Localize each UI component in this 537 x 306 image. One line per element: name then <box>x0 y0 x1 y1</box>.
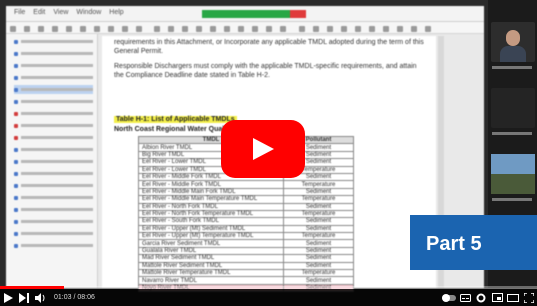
table-cell: Sediment <box>283 276 354 285</box>
table-cell: Eel River - Middle Fork TMDL <box>138 180 284 189</box>
table-cell: Navarro River TMDL <box>138 276 284 285</box>
table-cell: Garcia River Sediment TMDL <box>138 239 284 248</box>
autoplay-toggle[interactable] <box>441 290 457 306</box>
table-cell: Temperature <box>283 209 354 219</box>
table-row: Eel River - Middle Main Fork TMDL Sedimen… <box>138 187 354 197</box>
fullscreen-button[interactable] <box>521 290 537 306</box>
play-icon <box>3 292 13 303</box>
table-row: Eel River - Middle Fork TMDL Temperature <box>138 180 354 189</box>
app-menu: File Edit View Window Help <box>14 9 124 16</box>
table-row: Eel River - North Fork TMDL Sediment <box>138 202 354 211</box>
table-row: Mad River Sediment TMDL Sediment <box>138 254 354 263</box>
table-cell: Temperature <box>283 269 354 278</box>
next-icon <box>19 292 29 303</box>
table-cell: Temperature <box>283 232 354 241</box>
settings-button[interactable] <box>473 290 489 306</box>
subtitles-icon <box>459 293 471 302</box>
app-title-bar: File Edit View Window Help <box>6 6 484 22</box>
doc-paragraph: Responsible Dischargers must comply with… <box>114 63 417 79</box>
participant-name <box>492 198 532 201</box>
table-cell: Mad River Sediment TMDL <box>138 254 284 263</box>
table-cell: Sediment <box>283 261 354 271</box>
table-cell: Eel River - North Fork TMDL <box>138 202 284 211</box>
volume-icon <box>34 292 44 303</box>
subtitles-button[interactable] <box>457 290 473 306</box>
play-pause-button[interactable] <box>0 290 16 306</box>
player-controls: 01:03 / 08:06 <box>0 289 537 306</box>
webcam-presenter <box>491 22 535 62</box>
volume-button[interactable] <box>32 290 48 306</box>
participant-name <box>492 66 532 69</box>
menu-item: Edit <box>33 9 46 16</box>
table-cell: Eel River - Upper (Mt) Temperature TMDL <box>138 232 284 241</box>
table-cell: Eel River - South Fork TMDL <box>138 217 284 226</box>
video-player[interactable]: File Edit View Window Help requirements … <box>0 0 537 306</box>
recording-status-strip <box>202 10 306 18</box>
play-icon <box>253 138 274 160</box>
table-row: Eel River - Middle Main Temperature TMDL… <box>138 195 354 204</box>
table-cell: Eel River - Middle Main Temperature TMDL <box>138 195 284 204</box>
table-cell: Sediment <box>283 254 354 263</box>
gear-icon <box>476 293 486 302</box>
table-cell: Temperature <box>283 195 354 204</box>
table-title: Table H-1: List of Applicable TMDLs <box>114 116 237 123</box>
table-cell: Sediment <box>283 239 354 248</box>
play-button[interactable] <box>221 120 305 178</box>
webcam-participant <box>491 154 535 194</box>
table-row: Mattole River Temperature TMDL Temperatur… <box>138 269 354 278</box>
miniplayer-button[interactable] <box>489 290 505 306</box>
part-badge: Part 5 <box>410 215 537 270</box>
table-cell: Mattole River Sediment TMDL <box>138 261 284 271</box>
miniplayer-icon <box>491 293 503 302</box>
table-cell: Gualala River TMDL <box>138 246 284 256</box>
menu-item: File <box>14 9 26 16</box>
table-cell: Sediment <box>283 246 354 256</box>
theater-button[interactable] <box>505 290 521 306</box>
table-cell: Temperature <box>283 180 354 189</box>
menu-item: Help <box>109 9 124 16</box>
webcam-participant <box>491 88 535 128</box>
fullscreen-icon <box>524 292 534 303</box>
menu-item: View <box>53 9 69 16</box>
bookmarks-sidebar <box>6 34 98 288</box>
table-cell: Mattole River Temperature TMDL <box>138 269 284 278</box>
participant-name <box>492 132 532 135</box>
app-toolbar <box>6 22 484 34</box>
table-row: Mattole River Sediment TMDL Sediment <box>138 261 354 271</box>
next-button[interactable] <box>16 290 32 306</box>
table-row: Gualala River TMDL Sediment <box>138 246 354 256</box>
table-cell: Eel River - North Fork Temperature TMDL <box>138 209 284 219</box>
table-cell: Sediment <box>283 217 354 226</box>
table-row: Eel River - North Fork Temperature TMDL T… <box>138 209 354 219</box>
table-row: Garcia River Sediment TMDL Sediment <box>138 239 354 248</box>
table-row: Eel River - Upper (Mt) Sediment TMDL Sedi… <box>138 224 354 234</box>
table-cell: Sediment <box>283 202 354 211</box>
table-row: Navarro River TMDL Sediment <box>138 276 354 285</box>
table-row: Eel River - Upper (Mt) Temperature TMDL T… <box>138 232 354 241</box>
table-cell: Eel River - Middle Main Fork TMDL <box>138 187 284 197</box>
menu-item: Window <box>76 9 102 16</box>
table-cell: Sediment <box>283 224 354 234</box>
table-cell: Eel River - Upper (Mt) Sediment TMDL <box>138 224 284 234</box>
time-display: 01:03 / 08:06 <box>54 294 95 301</box>
table-row: Eel River - South Fork TMDL Sediment <box>138 217 354 226</box>
autoplay-toggle-icon <box>442 293 456 302</box>
table-cell: Sediment <box>283 187 354 197</box>
theater-mode-icon <box>507 293 519 302</box>
doc-paragraph: requirements in this Attachment, or Inco… <box>114 39 424 55</box>
